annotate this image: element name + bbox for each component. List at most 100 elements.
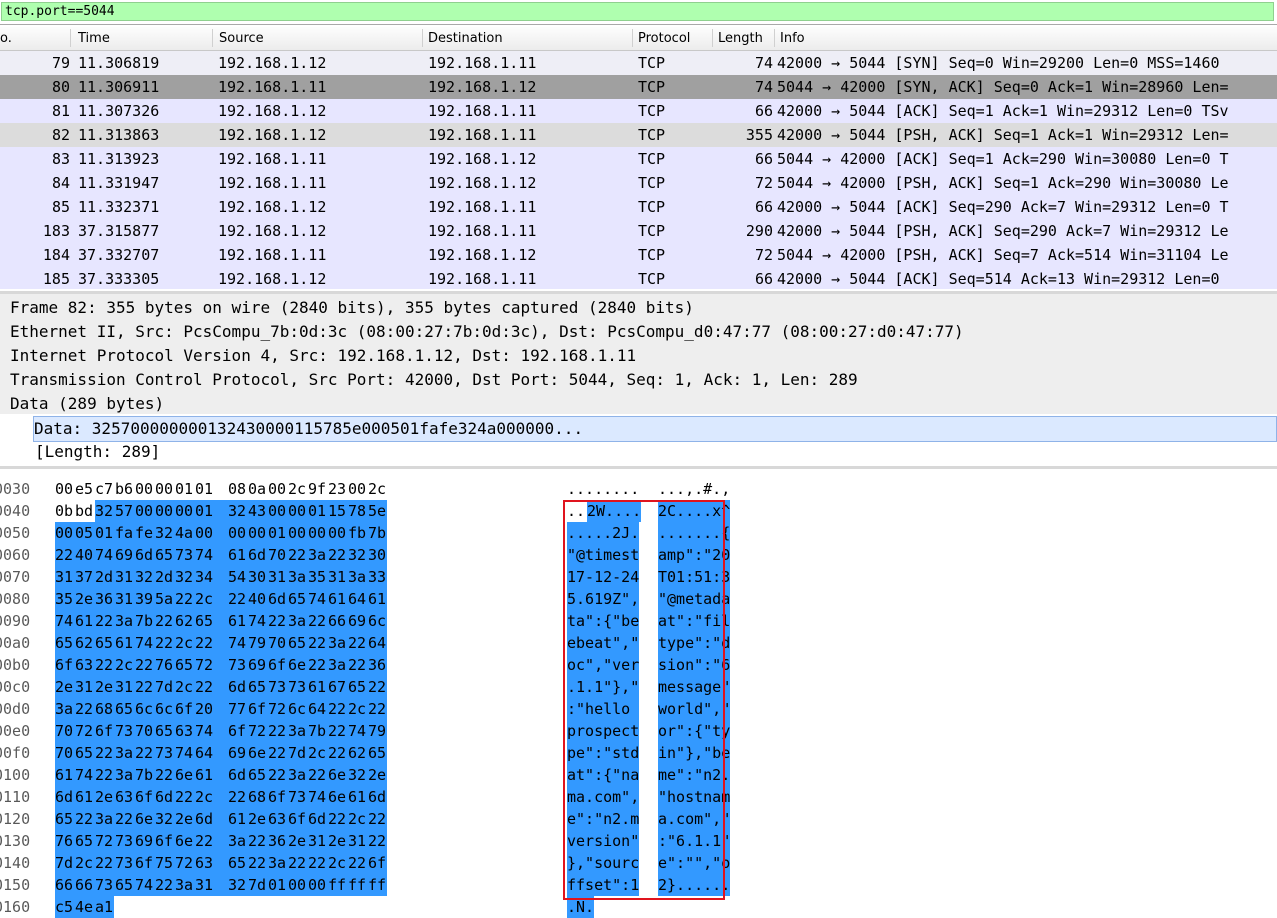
hex-byte[interactable]: 69 (248, 654, 268, 676)
details-length-row[interactable]: [Length: 289] (35, 440, 160, 464)
hex-byte[interactable]: 08 (228, 478, 248, 500)
hex-byte[interactable]: 2e (95, 786, 115, 808)
hex-byte[interactable]: 32 (348, 544, 368, 566)
hex-byte[interactable]: 3a (95, 808, 115, 830)
hex-byte[interactable]: 2c (348, 698, 368, 720)
hex-byte[interactable]: 36 (95, 588, 115, 610)
hex-byte[interactable]: 31 (308, 830, 328, 852)
hex-byte[interactable]: c7 (95, 478, 115, 500)
hex-byte[interactable]: 72 (248, 720, 268, 742)
hex-byte[interactable]: 2c (328, 852, 348, 874)
hex-byte[interactable]: 6f (135, 852, 155, 874)
hex-byte[interactable]: 6f (155, 830, 175, 852)
hex-byte[interactable]: 22 (268, 610, 288, 632)
hex-byte[interactable]: 2c (175, 632, 195, 654)
hex-byte[interactable]: 22 (155, 764, 175, 786)
ascii-text[interactable]: },"sourc (567, 852, 640, 874)
hex-byte[interactable]: 22 (308, 654, 328, 676)
hex-byte[interactable]: 70 (268, 544, 288, 566)
hex-byte[interactable]: 3a (115, 742, 135, 764)
hex-byte[interactable]: 62 (175, 610, 195, 632)
hex-byte[interactable]: 00 (328, 522, 348, 544)
hex-byte[interactable]: 2c (195, 786, 228, 808)
hex-byte[interactable]: 22 (348, 654, 368, 676)
ascii-text[interactable]: at":{"na (567, 764, 640, 786)
hex-byte[interactable]: 6f (248, 698, 268, 720)
hex-byte[interactable]: 00 (288, 500, 308, 522)
hex-byte[interactable]: 32 (175, 566, 195, 588)
ascii-text[interactable]: 2C....x^ (658, 500, 731, 522)
hex-byte[interactable]: 73 (268, 676, 288, 698)
hex-byte[interactable]: 64 (308, 698, 328, 720)
hex-byte[interactable]: 74 (135, 874, 155, 896)
hex-byte[interactable]: 6d (55, 786, 75, 808)
hex-byte[interactable]: 6f (95, 720, 115, 742)
hex-byte[interactable]: 65 (55, 808, 75, 830)
hex-byte[interactable]: 00 (55, 522, 75, 544)
hex-byte[interactable]: e5 (75, 478, 95, 500)
hex-byte[interactable]: ff (368, 874, 387, 896)
hex-byte[interactable]: 31 (195, 874, 228, 896)
hex-byte[interactable]: 78 (348, 500, 368, 522)
hex-byte[interactable]: 22 (75, 808, 95, 830)
hex-byte[interactable]: 22 (135, 742, 155, 764)
hex-byte[interactable]: 01 (268, 522, 288, 544)
hex-byte[interactable]: 2e (288, 830, 308, 852)
hex-byte[interactable]: 63 (75, 654, 95, 676)
hex-byte[interactable]: 6d (228, 764, 248, 786)
hex-byte[interactable]: 3a (308, 544, 328, 566)
hex-byte[interactable]: c5 (55, 896, 75, 918)
ascii-text[interactable]: ........ (567, 478, 639, 500)
hex-byte[interactable]: 22 (248, 852, 268, 874)
hex-byte[interactable]: 68 (248, 786, 268, 808)
hex-byte[interactable]: 00 (195, 522, 228, 544)
hex-byte[interactable]: 00 (135, 478, 155, 500)
hex-byte[interactable]: 22 (115, 808, 135, 830)
hex-byte[interactable]: 2c (75, 852, 95, 874)
hex-byte[interactable]: 62 (348, 742, 368, 764)
hex-byte[interactable]: 7b (308, 720, 328, 742)
hex-byte[interactable]: 2c (348, 808, 368, 830)
hex-byte[interactable]: 54 (228, 566, 248, 588)
hex-byte[interactable]: 7d (155, 676, 175, 698)
details-ethernet-row[interactable]: Ethernet II, Src: PcsCompu_7b:0d:3c (08:… (10, 320, 964, 344)
ascii-text[interactable]: ta":{"be (567, 610, 640, 632)
hex-byte[interactable]: 3a (288, 720, 308, 742)
hex-byte[interactable]: 22 (368, 830, 387, 852)
hex-byte[interactable]: 00 (308, 522, 328, 544)
ascii-text[interactable]: 2W.... (587, 500, 642, 522)
hex-byte[interactable]: 3a (228, 830, 248, 852)
hex-byte[interactable]: 5e (368, 500, 387, 522)
hex-byte[interactable]: 65 (155, 544, 175, 566)
hex-byte[interactable]: 73 (288, 676, 308, 698)
hex-byte[interactable]: 2e (248, 808, 268, 830)
hex-byte[interactable]: 61 (228, 610, 248, 632)
column-divider[interactable] (212, 29, 213, 47)
hex-byte[interactable]: 22 (308, 632, 328, 654)
packet-row[interactable]: 84 11.331947 192.168.1.11 192.168.1.12 TCP 72… (0, 171, 1277, 195)
hex-byte[interactable]: 22 (195, 676, 228, 698)
hex-byte[interactable]: 6e (175, 764, 195, 786)
hex-byte[interactable]: 22 (195, 830, 228, 852)
ascii-text[interactable]: or":{"ty (658, 720, 731, 742)
hex-byte[interactable]: 22 (348, 852, 368, 874)
hex-byte[interactable]: 62 (75, 632, 95, 654)
hex-byte[interactable]: 74 (95, 544, 115, 566)
ascii-text[interactable]: .....2J. (567, 522, 640, 544)
hex-byte[interactable]: 2e (328, 830, 348, 852)
hex-byte[interactable]: 9f (308, 478, 328, 500)
hex-byte[interactable]: 01 (95, 522, 115, 544)
hex-byte[interactable]: 70 (135, 720, 155, 742)
hex-byte[interactable]: 3a (328, 654, 348, 676)
hex-byte[interactable]: 22 (55, 544, 75, 566)
hex-byte[interactable]: 65 (175, 654, 195, 676)
ascii-text[interactable]: ma.com", (567, 786, 640, 808)
hex-byte[interactable]: 6f (175, 698, 195, 720)
ascii-text[interactable]: .......{ (658, 522, 731, 544)
hex-byte[interactable]: 00 (228, 522, 248, 544)
packet-row[interactable]: 80 11.306911 192.168.1.11 192.168.1.12 TCP 74… (0, 75, 1277, 99)
hex-byte[interactable]: 2e (368, 764, 387, 786)
hex-byte[interactable]: 65 (288, 588, 308, 610)
hex-byte[interactable]: 40 (248, 588, 268, 610)
ascii-text[interactable]: at":"fil (658, 610, 731, 632)
